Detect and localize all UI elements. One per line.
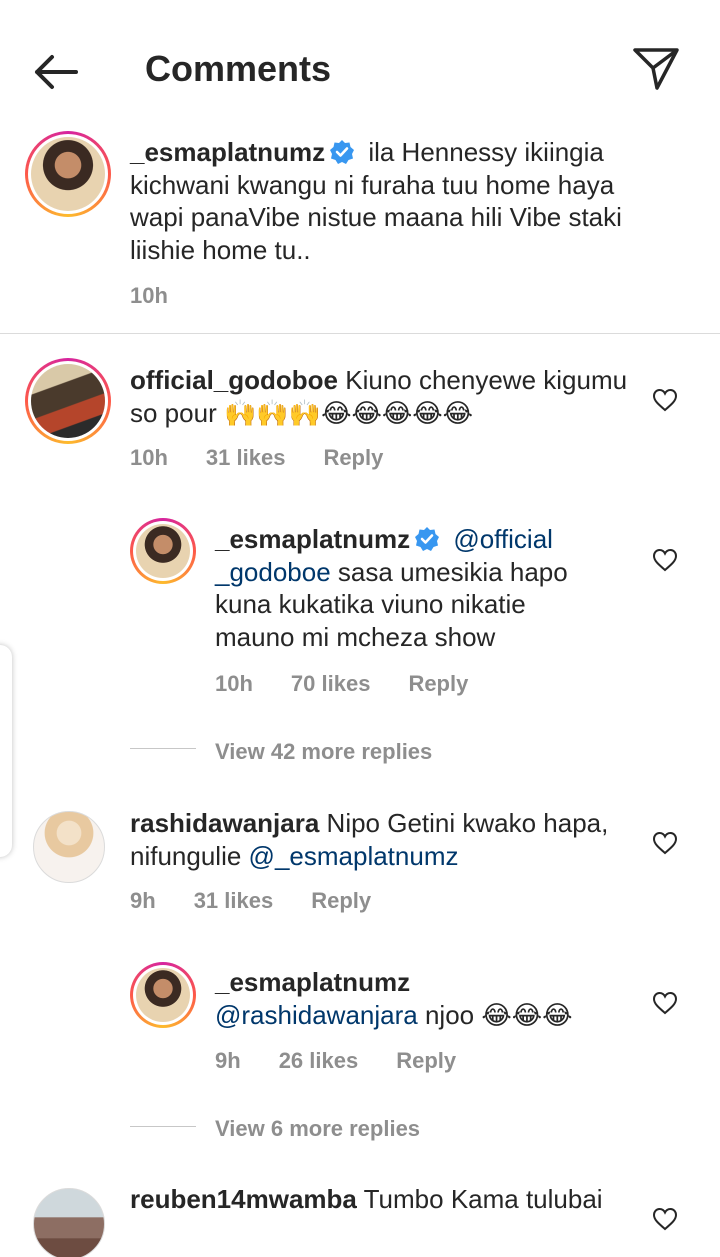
comment-username[interactable]: reuben14mwamba bbox=[130, 1184, 357, 1214]
comment-meta: 10h 31 likes Reply bbox=[130, 445, 421, 471]
reply-button[interactable]: Reply bbox=[323, 445, 383, 470]
reply-time: 10h bbox=[215, 671, 253, 696]
comment-username[interactable]: rashidawanjara bbox=[130, 808, 319, 838]
reply-avatar[interactable] bbox=[130, 962, 196, 1028]
comment-avatar[interactable] bbox=[33, 1188, 105, 1257]
reply-button[interactable]: Reply bbox=[311, 888, 371, 913]
heart-icon[interactable] bbox=[652, 991, 678, 1015]
reply-button[interactable]: Reply bbox=[396, 1048, 456, 1073]
send-icon bbox=[633, 48, 679, 90]
page-title: Comments bbox=[145, 48, 332, 89]
edge-panel-handle[interactable] bbox=[0, 645, 12, 857]
heart-icon[interactable] bbox=[652, 1207, 678, 1231]
reply-meta: 10h 70 likes Reply bbox=[215, 671, 506, 697]
top-bar: Comments bbox=[0, 0, 720, 140]
reply-button[interactable]: Reply bbox=[408, 671, 468, 696]
reply-username[interactable]: _esmaplatnumz bbox=[215, 967, 410, 997]
reply-likes[interactable]: 70 likes bbox=[291, 671, 371, 696]
caption-divider bbox=[0, 333, 720, 334]
reply-avatar[interactable] bbox=[130, 518, 196, 584]
comment-mention[interactable]: @_esmaplatnumz bbox=[249, 841, 459, 871]
comment-meta: 9h 31 likes Reply bbox=[130, 888, 409, 914]
back-arrow-icon bbox=[35, 55, 78, 89]
heart-icon[interactable] bbox=[652, 831, 678, 855]
caption-time: 10h bbox=[130, 283, 168, 308]
reply-likes[interactable]: 26 likes bbox=[279, 1048, 359, 1073]
comment-time: 10h bbox=[130, 445, 168, 470]
back-button[interactable] bbox=[28, 48, 84, 96]
comment-likes[interactable]: 31 likes bbox=[206, 445, 286, 470]
reply-meta: 9h 26 likes Reply bbox=[215, 1048, 494, 1074]
comment-username[interactable]: official_godoboe bbox=[130, 365, 338, 395]
verified-badge-icon bbox=[330, 140, 355, 164]
heart-icon[interactable] bbox=[652, 388, 678, 412]
view-replies-line bbox=[130, 748, 196, 749]
share-button[interactable] bbox=[630, 44, 682, 92]
caption-username[interactable]: _esmaplatnumz bbox=[130, 137, 325, 167]
view-more-replies[interactable]: View 6 more replies bbox=[215, 1116, 420, 1142]
comment-likes[interactable]: 31 likes bbox=[194, 888, 274, 913]
reply-body: njoo 😂😂😂 bbox=[424, 999, 573, 1030]
reply-username[interactable]: _esmaplatnumz bbox=[215, 524, 410, 554]
caption-text: _esmaplatnumz ila Hennessy ikiingia kich… bbox=[130, 136, 670, 266]
comment-body: Tumbo Kama tulubai bbox=[363, 1184, 603, 1214]
verified-badge-icon bbox=[415, 527, 440, 551]
reply-text: _esmaplatnumz @official _godoboe sasa um… bbox=[215, 523, 605, 653]
comment-avatar[interactable] bbox=[33, 811, 105, 883]
heart-icon[interactable] bbox=[652, 548, 678, 572]
comment-text: reuben14mwamba Tumbo Kama tulubai bbox=[130, 1183, 630, 1216]
view-more-replies[interactable]: View 42 more replies bbox=[215, 739, 432, 765]
comment-time: 9h bbox=[130, 888, 156, 913]
view-replies-line bbox=[130, 1126, 196, 1127]
comment-avatar[interactable] bbox=[25, 358, 111, 444]
caption-avatar[interactable] bbox=[25, 131, 111, 217]
comment-text: rashidawanjara Nipo Getini kwako hapa, n… bbox=[130, 807, 630, 872]
comment-text: official_godoboe Kiuno chenyewe kigumu s… bbox=[130, 364, 630, 429]
reply-mention[interactable]: @rashidawanjara bbox=[215, 1000, 418, 1030]
caption-meta: 10h bbox=[130, 283, 206, 309]
reply-text: _esmaplatnumz @rashidawanjara njoo 😂😂😂 bbox=[215, 966, 615, 1031]
reply-time: 9h bbox=[215, 1048, 241, 1073]
